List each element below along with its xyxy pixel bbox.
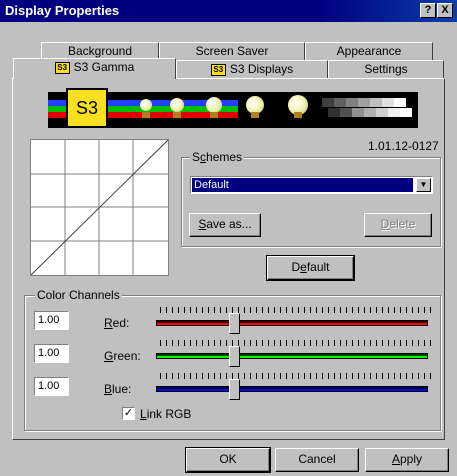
- green-slider-ticks: [160, 340, 432, 346]
- schemes-dropdown[interactable]: Default ▼: [190, 176, 433, 194]
- blue-slider-ticks: [160, 373, 432, 379]
- gray-swatch: [346, 98, 358, 107]
- gray-swatch: [352, 108, 364, 117]
- red-label: Red:: [104, 316, 130, 330]
- red-slider-track[interactable]: [156, 320, 428, 326]
- ok-button[interactable]: OK: [185, 447, 271, 473]
- title-bar[interactable]: Display Properties ? X: [0, 0, 457, 22]
- green-slider-track[interactable]: [156, 353, 428, 359]
- gray-swatch: [358, 98, 370, 107]
- version-label: 1.01.12-0127: [368, 139, 439, 153]
- gray-swatch: [400, 108, 412, 117]
- bulb-base: [294, 112, 302, 118]
- green-value-field[interactable]: 1.00: [34, 344, 69, 363]
- bulb-icon: [206, 97, 222, 113]
- apply-button[interactable]: Apply: [365, 448, 449, 472]
- tab-s3-displays[interactable]: S3 S3 Displays: [176, 60, 328, 78]
- gray-swatch: [388, 108, 400, 117]
- blue-slider-thumb[interactable]: [229, 379, 241, 400]
- green-label: Green:: [104, 349, 141, 363]
- close-button[interactable]: X: [437, 3, 453, 18]
- gray-swatch: [376, 108, 388, 117]
- tab-label: Screen Saver: [195, 44, 269, 58]
- gray-swatch: [334, 98, 346, 107]
- blue-value-field[interactable]: 1.00: [34, 377, 69, 396]
- gray-swatch: [394, 98, 406, 107]
- bulb-base: [142, 112, 150, 118]
- window-title: Display Properties: [5, 3, 120, 18]
- tab-s3-gamma[interactable]: S3 S3 Gamma: [13, 58, 176, 79]
- gray-swatch: [328, 108, 340, 117]
- bulb-base: [173, 112, 181, 118]
- gray-swatch: [322, 98, 334, 107]
- blue-slider-track[interactable]: [156, 386, 428, 392]
- gray-swatch: [382, 98, 394, 107]
- bulb-base: [210, 112, 218, 118]
- chevron-down-icon[interactable]: ▼: [416, 178, 431, 192]
- gray-swatch: [370, 98, 382, 107]
- default-button[interactable]: Default: [266, 255, 355, 281]
- delete-button[interactable]: Delete: [364, 213, 432, 237]
- gamma-grid: [31, 140, 168, 275]
- red-slider-ticks: [160, 307, 432, 313]
- s3-logo: S3: [66, 88, 108, 128]
- link-rgb-label: Link RGB: [140, 407, 192, 421]
- tab-label: Background: [67, 44, 133, 58]
- save-as-button[interactable]: Save as...: [189, 213, 261, 237]
- gray-swatch: [340, 108, 352, 117]
- bulb-icon: [140, 99, 152, 111]
- red-value-field[interactable]: 1.00: [34, 311, 69, 330]
- help-button[interactable]: ?: [420, 3, 436, 18]
- color-channels-label: Color Channels: [35, 288, 122, 302]
- tab-label: S3 Displays: [229, 62, 294, 76]
- schemes-group-label: Schemes: [190, 150, 245, 164]
- bulb-icon: [170, 98, 184, 112]
- tab-label: Settings: [364, 62, 408, 76]
- cancel-button[interactable]: Cancel: [275, 448, 359, 472]
- tab-appearance[interactable]: Appearance: [305, 42, 433, 60]
- blue-label: Blue:: [104, 382, 132, 396]
- tab-label: Appearance: [336, 44, 402, 58]
- green-slider-thumb[interactable]: [229, 346, 241, 367]
- tab-label: S3 Gamma: [73, 60, 135, 74]
- red-slider-thumb[interactable]: [229, 313, 241, 334]
- schemes-selected-value: Default: [192, 178, 413, 192]
- gamma-curve-graph: [30, 139, 169, 276]
- s3-icon: S3: [210, 63, 226, 76]
- bulb-base: [251, 112, 259, 118]
- link-rgb-checkbox[interactable]: ✓: [122, 407, 135, 420]
- s3-icon: S3: [54, 61, 70, 74]
- tab-screen-saver[interactable]: Screen Saver: [159, 42, 305, 60]
- display-properties-window: Display Properties ? X Background Screen…: [0, 0, 457, 476]
- tab-settings[interactable]: Settings: [328, 60, 444, 78]
- gray-swatch: [364, 108, 376, 117]
